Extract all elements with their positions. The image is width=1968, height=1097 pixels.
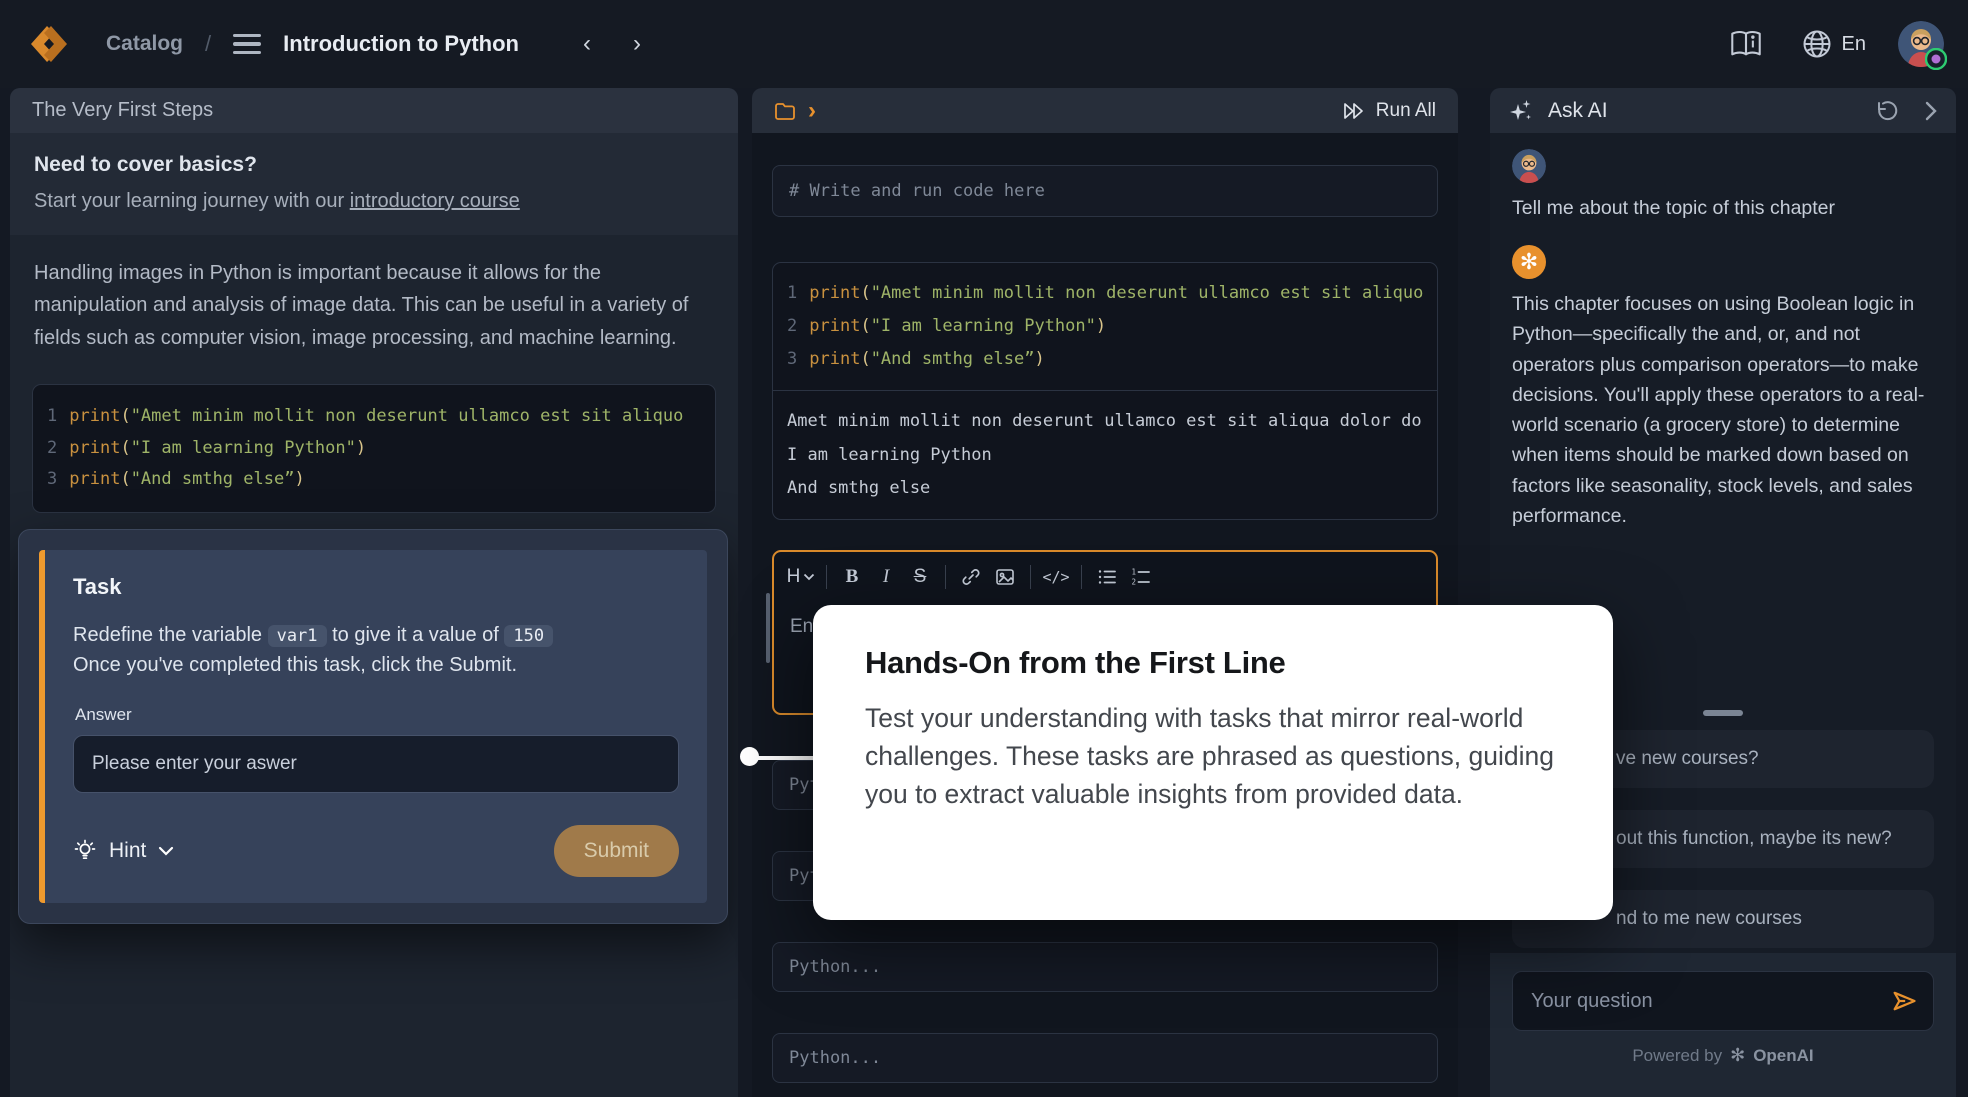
runner-toolbar: › Run All (752, 88, 1458, 133)
task-title: Task (73, 574, 679, 600)
chevron-down-icon (158, 846, 174, 856)
user-message: Tell me about the topic of this chapter (1512, 193, 1934, 223)
send-button[interactable] (1888, 985, 1920, 1017)
strikethrough-button[interactable]: S (903, 562, 937, 592)
code-cell[interactable]: 1print("Amet minim mollit non deserunt u… (772, 262, 1438, 520)
question-input[interactable] (1512, 971, 1934, 1031)
run-all-button[interactable]: Run All (1342, 100, 1436, 122)
ask-ai-header: Ask AI (1490, 88, 1956, 133)
folder-icon[interactable] (774, 101, 796, 121)
code-line: 3print("And smthg else”) (47, 464, 701, 496)
user-avatar (1512, 149, 1546, 183)
page-title: Introduction to Python (283, 31, 519, 57)
svg-text:1: 1 (1132, 568, 1137, 577)
scratch-code-input[interactable]: # Write and run code here (772, 165, 1438, 217)
code-line: 1print("Amet minim mollit non deserunt u… (47, 401, 701, 433)
app-logo-icon[interactable] (28, 23, 70, 65)
svg-text:2: 2 (1132, 577, 1137, 586)
code-line: 3print("And smthg else”) (787, 343, 1423, 376)
task-card: Task Redefine the variable var1 to give … (18, 529, 728, 924)
next-chapter-button[interactable]: › (625, 28, 649, 60)
walkthrough-tooltip: Hands-On from the First Line Test your u… (813, 605, 1613, 920)
chevron-down-icon (803, 573, 815, 581)
task-description: Redefine the variable var1 to give it a … (73, 620, 679, 681)
glossary-book-icon[interactable] (1730, 30, 1762, 58)
avatar-badge-icon (1925, 48, 1947, 70)
top-navbar: Catalog / Introduction to Python ‹ › En (0, 0, 1968, 88)
run-all-icon (1342, 101, 1366, 121)
italic-button[interactable]: I (869, 562, 903, 592)
basics-heading: Need to cover basics? (34, 153, 714, 177)
ask-ai-panel: Ask AI Tell me about the topic of this c… (1490, 88, 1956, 1097)
lesson-title: The Very First Steps (10, 88, 738, 133)
reset-chat-icon[interactable] (1874, 99, 1898, 123)
ask-input-section: Powered by ✻ OpenAI (1490, 953, 1956, 1097)
bold-button[interactable]: B (835, 562, 869, 592)
answer-label: Answer (75, 705, 679, 725)
drag-handle[interactable] (1703, 710, 1743, 716)
image-icon (995, 567, 1015, 587)
powered-by: Powered by ✻ OpenAI (1490, 1045, 1956, 1066)
output-line: And smthg else (787, 472, 1423, 505)
collapse-panel-icon[interactable] (1924, 100, 1938, 122)
breadcrumb-catalog[interactable]: Catalog (106, 32, 183, 56)
user-avatar[interactable] (1898, 21, 1944, 67)
ai-message: This chapter focuses on using Boolean lo… (1512, 289, 1934, 531)
code-line: 2print("I am learning Python") (787, 310, 1423, 343)
run-all-label: Run All (1376, 100, 1436, 122)
chapter-list-icon[interactable] (233, 34, 261, 55)
breadcrumb-separator: / (205, 31, 211, 57)
language-label[interactable]: En (1842, 33, 1866, 56)
link-button[interactable] (954, 562, 988, 592)
python-cell-input[interactable]: Python... (772, 1033, 1438, 1083)
bullet-list-icon (1097, 568, 1117, 586)
lesson-code-block: 1print("Amet minim mollit non deserunt u… (32, 384, 716, 513)
numbered-list-button[interactable]: 1 2 (1124, 562, 1158, 592)
chat-thread: Tell me about the topic of this chapter … (1490, 133, 1956, 531)
python-cell-input[interactable]: Python... (772, 942, 1438, 992)
basics-text: Start your learning journey with our int… (34, 190, 714, 213)
ask-ai-title: Ask AI (1548, 99, 1608, 123)
numbered-list-icon: 1 2 (1131, 568, 1151, 586)
code-line: 1print("Amet minim mollit non deserunt u… (787, 277, 1423, 310)
tooltip-connector-dot (740, 747, 759, 766)
output-line: I am learning Python (787, 439, 1423, 472)
editor-toolbar: H B I S < (774, 552, 1436, 600)
inline-code-chip: var1 (268, 625, 327, 647)
hint-button[interactable]: Hint (73, 839, 174, 863)
image-button[interactable] (988, 562, 1022, 592)
openai-avatar-icon: ✻ (1512, 245, 1546, 279)
submit-button[interactable]: Submit (554, 825, 679, 877)
heading-dropdown[interactable]: H (784, 562, 818, 592)
language-globe-icon[interactable] (1802, 29, 1832, 59)
cell-output: Amet minim mollit non deserunt ullamco e… (773, 391, 1437, 518)
openai-brand: OpenAI (1753, 1046, 1813, 1066)
code-button[interactable]: </> (1039, 562, 1073, 592)
inline-code-chip: 150 (504, 625, 553, 647)
lesson-panel: The Very First Steps Need to cover basic… (10, 88, 738, 1097)
bulb-icon (73, 839, 97, 863)
output-line: Amet minim mollit non deserunt ullamco e… (787, 405, 1423, 438)
bullet-list-button[interactable] (1090, 562, 1124, 592)
tooltip-title: Hands-On from the First Line (865, 645, 1561, 681)
send-icon (1890, 989, 1918, 1013)
hint-label: Hint (109, 839, 146, 863)
scrollbar-thumb[interactable] (766, 593, 770, 663)
answer-input[interactable] (73, 735, 679, 793)
expand-chevron-icon[interactable]: › (808, 99, 816, 123)
tooltip-body: Test your understanding with tasks that … (865, 699, 1561, 813)
lesson-paragraph: Handling images in Python is important b… (10, 235, 738, 354)
code-line: 2print("I am learning Python") (47, 433, 701, 465)
link-icon (961, 567, 981, 587)
code-runner-panel: › Run All # Write and run code here 1pri… (752, 88, 1458, 1097)
prev-chapter-button[interactable]: ‹ (575, 28, 599, 60)
openai-logo-icon: ✻ (1730, 1045, 1745, 1066)
introductory-course-link[interactable]: introductory course (350, 190, 520, 212)
sparkles-icon (1508, 98, 1534, 124)
basics-banner: Need to cover basics? Start your learnin… (10, 133, 738, 235)
